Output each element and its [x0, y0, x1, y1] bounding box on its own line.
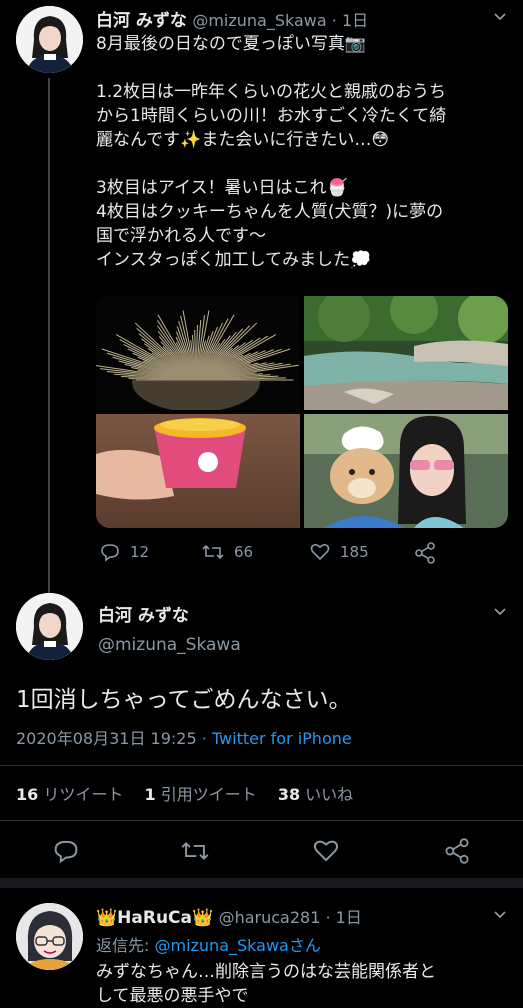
author-name[interactable]: 白河 みずな: [98, 601, 189, 626]
tweet-header: 👑HaRuCa👑 @haruca281 · 1日: [96, 904, 362, 928]
photo-river[interactable]: [304, 296, 508, 410]
chevron-down-icon[interactable]: [492, 604, 508, 620]
author-name[interactable]: 👑HaRuCa👑: [96, 908, 213, 928]
text-line: 3枚目はアイス！暑い日はこれ🍧: [96, 178, 348, 198]
text-line: 国で浮かれる人です〜: [96, 226, 266, 246]
reply-count: 12: [130, 543, 150, 561]
text-line: 1.2枚目は一昨年くらいの花火と親戚のおうち: [96, 82, 447, 102]
photo-icecream[interactable]: [96, 414, 300, 528]
photo-portrait[interactable]: [304, 414, 508, 528]
divider: [0, 765, 523, 766]
retweet-stat-label: リツイート: [43, 785, 124, 804]
section-separator: [0, 878, 523, 888]
like-count: 185: [340, 543, 369, 561]
text-line: 麗なんです✨また会いに行きたい…😳: [96, 130, 390, 150]
text-line: インスタっぽく加工してみました💭: [96, 250, 372, 270]
text-line: [96, 152, 516, 176]
text-line: みずなちゃん…削除言うのはな芸能関係者と: [96, 962, 436, 982]
retweet-action[interactable]: 66: [202, 542, 253, 562]
avatar[interactable]: [16, 593, 83, 660]
reply-icon[interactable]: [53, 838, 79, 864]
text-line: から1時間くらいの川！お水すごく冷たくて綺: [96, 106, 447, 126]
tweet-text: みずなちゃん…削除言うのはな芸能関係者と して最悪の悪手やで: [96, 960, 436, 1008]
reply-icon: [101, 544, 119, 562]
share-icon[interactable]: [414, 542, 436, 564]
retweet-stat-count: 16: [16, 785, 39, 804]
like-stat[interactable]: 38 いいね: [278, 785, 353, 804]
text-line: 4枚目はクッキーちゃんを人質(犬質？)に夢の: [96, 202, 444, 222]
author-name[interactable]: 白河 みずな: [96, 11, 187, 31]
quote-stat-label: 引用ツイート: [160, 785, 257, 804]
text-line: して最悪の悪手やで: [96, 986, 249, 1006]
author-handle[interactable]: @mizuna_Skawa: [98, 635, 241, 655]
quote-stat[interactable]: 1 引用ツイート: [144, 785, 261, 804]
avatar[interactable]: [16, 6, 83, 73]
tweet-datetime[interactable]: 2020年08月31日 19:25: [16, 729, 197, 748]
profile-photo: [16, 6, 83, 73]
tweet-source[interactable]: · Twitter for iPhone: [202, 729, 352, 748]
engagement-stats: 16 リツイート 1 引用ツイート 38 いいね: [16, 781, 353, 805]
photo-grid: [96, 296, 508, 528]
tweet-meta: 2020年08月31日 19:25 · Twitter for iPhone: [16, 725, 352, 749]
retweet-count: 66: [234, 543, 254, 561]
reply-to-link[interactable]: @mizuna_Skawaさん: [154, 936, 320, 955]
chevron-down-icon[interactable]: [492, 9, 508, 25]
photo-fireworks[interactable]: [96, 296, 300, 410]
text-line: 8月最後の日なので夏っぽい写真📷: [96, 34, 366, 54]
profile-photo: [16, 593, 83, 660]
share-icon[interactable]: [444, 838, 470, 864]
tweet-text: 8月最後の日なので夏っぽい写真📷 1.2枚目は一昨年くらいの花火と親戚のおうち …: [96, 32, 516, 272]
text-line: [96, 56, 516, 80]
retweet-icon[interactable]: [181, 838, 209, 864]
quote-stat-count: 1: [144, 785, 156, 804]
heart-icon: [310, 543, 330, 561]
thread-line: [48, 78, 50, 598]
reply-context: 返信先: @mizuna_Skawaさん: [96, 932, 321, 956]
heart-icon[interactable]: [313, 838, 339, 864]
reply-prefix: 返信先:: [96, 936, 155, 955]
profile-illustration: [16, 903, 83, 970]
retweet-stat[interactable]: 16 リツイート: [16, 785, 128, 804]
tweet-header: 白河 みずな @mizuna_Skawa · 1日: [96, 6, 368, 31]
divider: [0, 820, 523, 821]
retweet-icon: [202, 544, 224, 560]
chevron-down-icon[interactable]: [492, 907, 508, 923]
like-stat-label: いいね: [305, 785, 354, 804]
avatar[interactable]: [16, 903, 83, 970]
reply-action[interactable]: 12: [100, 542, 149, 562]
tweet-text: 1回消しちゃってごめんなさい。: [16, 687, 352, 713]
like-stat-count: 38: [277, 785, 301, 804]
author-handle[interactable]: @haruca281 · 1日: [219, 908, 362, 927]
like-action[interactable]: 185: [310, 542, 369, 562]
author-handle[interactable]: @mizuna_Skawa · 1日: [192, 11, 368, 30]
